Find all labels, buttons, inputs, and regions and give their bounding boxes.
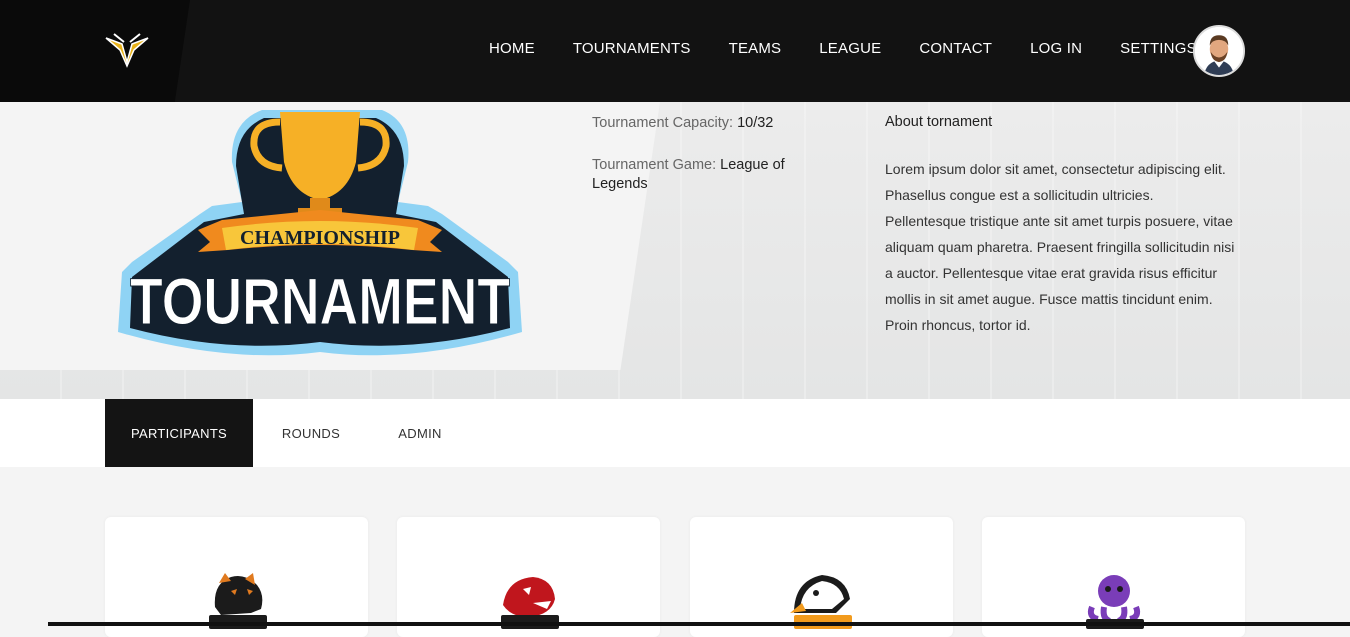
brand-logo-icon[interactable] xyxy=(104,30,150,68)
about-section: About tornament Lorem ipsum dolor sit am… xyxy=(885,114,1235,338)
piranha-mascot-icon xyxy=(500,577,559,629)
badge-main-text: TOURNAMENT xyxy=(130,264,510,338)
page-bottom-bar xyxy=(48,622,1350,626)
capacity-label: Tournament Capacity: xyxy=(592,115,734,131)
badge-top-text: CHAMPIONSHIP xyxy=(240,227,400,249)
panther-mascot-icon xyxy=(208,573,267,629)
top-navigation-bar: HOME TOURNAMENTS TEAMS LEAGUE CONTACT LO… xyxy=(0,0,1350,102)
participant-card[interactable] xyxy=(397,517,660,637)
participants-grid xyxy=(0,517,1350,637)
nav-teams[interactable]: TEAMS xyxy=(729,40,782,57)
game-row: Tournament Game: League of Legends xyxy=(592,156,842,194)
tab-rounds[interactable]: ROUNDS xyxy=(253,399,369,467)
capacity-value: 10/32 xyxy=(737,115,774,131)
tab-admin[interactable]: ADMIN xyxy=(369,399,471,467)
nav-tournaments[interactable]: TOURNAMENTS xyxy=(573,40,691,57)
participant-card[interactable] xyxy=(105,517,368,637)
nav-league[interactable]: LEAGUE xyxy=(819,40,881,57)
nav-settings[interactable]: SETTINGS xyxy=(1120,40,1197,57)
nav-contact[interactable]: CONTACT xyxy=(919,40,992,57)
game-label: Tournament Game: xyxy=(592,157,717,173)
octopus-mascot-icon xyxy=(1085,575,1144,629)
tournament-badge-logo: CHAMPIONSHIP TOURNAMENT xyxy=(118,110,522,356)
tab-participants[interactable]: PARTICIPANTS xyxy=(105,399,253,467)
tournament-hero: CHAMPIONSHIP TOURNAMENT Tournament Capac… xyxy=(0,102,1350,399)
about-title: About tornament xyxy=(885,114,993,130)
nav-login[interactable]: LOG IN xyxy=(1030,40,1082,57)
nav-home[interactable]: HOME xyxy=(489,40,535,57)
user-avatar[interactable] xyxy=(1193,25,1245,77)
user-avatar-icon xyxy=(1195,27,1243,75)
tournament-tabs: PARTICIPANTS ROUNDS ADMIN xyxy=(0,399,1350,467)
eagle-mascot-icon xyxy=(789,575,852,629)
logo-backdrop xyxy=(0,0,190,102)
capacity-row: Tournament Capacity: 10/32 xyxy=(592,114,842,133)
participant-card[interactable] xyxy=(982,517,1245,637)
tournament-details: Tournament Capacity: 10/32 Tournament Ga… xyxy=(592,114,842,217)
participant-card[interactable] xyxy=(690,517,953,637)
about-text: Lorem ipsum dolor sit amet, consectetur … xyxy=(885,161,1235,333)
main-nav: HOME TOURNAMENTS TEAMS LEAGUE CONTACT LO… xyxy=(489,40,1197,57)
